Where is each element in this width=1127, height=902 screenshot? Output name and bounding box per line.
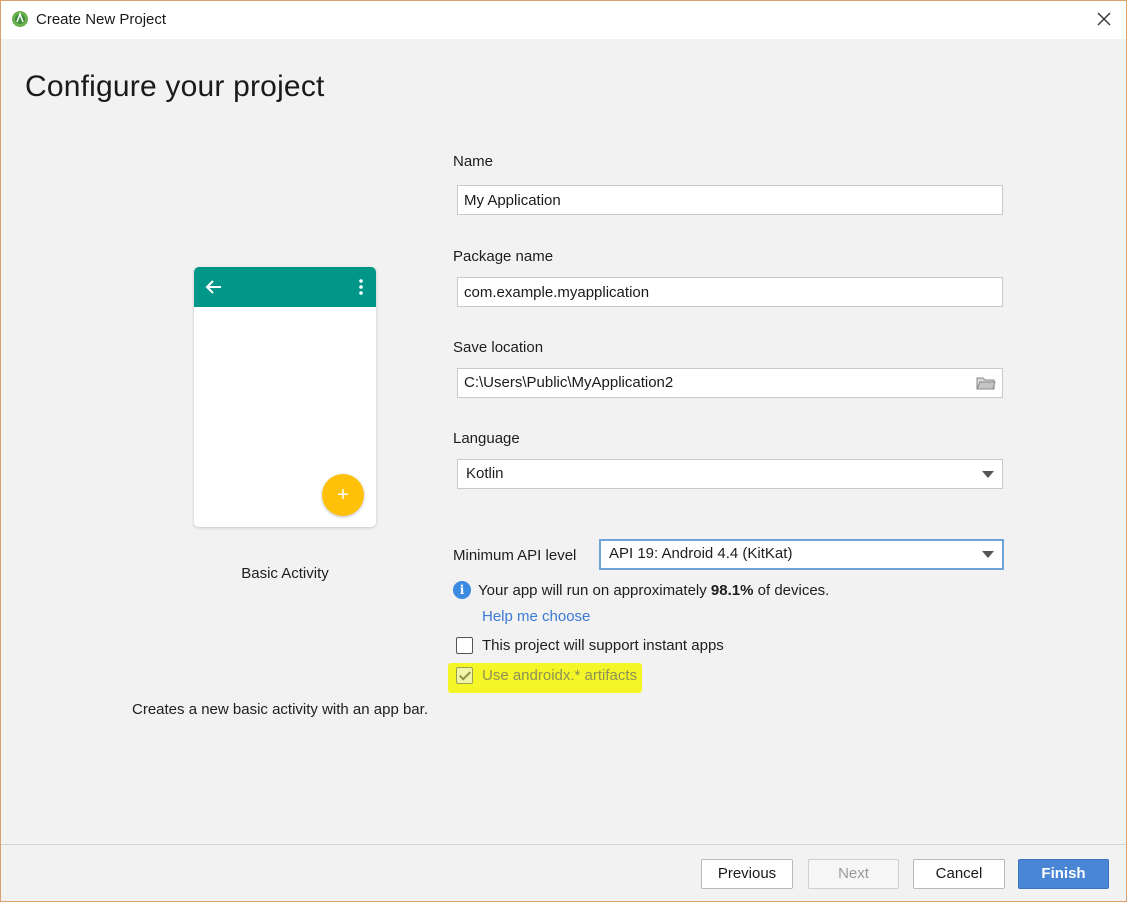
language-value: Kotlin xyxy=(466,465,504,482)
arrow-back-icon xyxy=(205,280,221,294)
template-description: Creates a new basic activity with an app… xyxy=(132,701,428,718)
instant-apps-label: This project will support instant apps xyxy=(482,637,724,654)
name-field[interactable] xyxy=(457,185,1003,215)
info-prefix: Your app will run on approximately xyxy=(478,581,707,599)
save-location-value: C:\Users\Public\MyApplication2 xyxy=(464,374,674,391)
androidx-option: Use androidx.* artifacts xyxy=(456,667,637,684)
template-label: Basic Activity xyxy=(241,565,329,582)
chevron-down-icon xyxy=(982,471,994,478)
androidx-label: Use androidx.* artifacts xyxy=(482,667,638,684)
min-api-value: API 19: Android 4.4 (KitKat) xyxy=(609,545,793,562)
fab-plus-icon: + xyxy=(322,474,364,516)
title-bar: Create New Project xyxy=(1,1,1126,39)
chevron-down-icon xyxy=(982,551,994,558)
api-coverage-info: i Your app will run on approximately 98.… xyxy=(453,581,829,599)
instant-apps-checkbox[interactable] xyxy=(456,637,473,654)
template-preview: + xyxy=(194,267,376,527)
next-button: Next xyxy=(808,859,899,889)
preview-app-bar xyxy=(194,267,376,307)
previous-button[interactable]: Previous xyxy=(701,859,793,889)
instant-apps-option[interactable]: This project will support instant apps xyxy=(456,637,724,654)
min-api-dropdown[interactable]: API 19: Android 4.4 (KitKat) xyxy=(599,539,1004,570)
name-label: Name xyxy=(453,153,494,170)
window-title: Create New Project xyxy=(36,11,167,28)
package-name-field[interactable] xyxy=(457,277,1003,307)
cancel-button[interactable]: Cancel xyxy=(913,859,1005,889)
info-percent: 98.1% xyxy=(710,581,754,599)
finish-button[interactable]: Finish xyxy=(1018,859,1109,889)
info-icon: i xyxy=(453,581,471,599)
androidx-checkbox xyxy=(456,667,473,684)
footer-divider xyxy=(1,844,1126,845)
close-icon[interactable] xyxy=(1092,7,1116,31)
more-vert-icon xyxy=(359,279,363,295)
dialog-window: Create New Project Configure your projec… xyxy=(0,0,1127,902)
android-studio-icon xyxy=(12,11,28,27)
save-location-field[interactable]: C:\Users\Public\MyApplication2 xyxy=(457,368,1003,398)
language-dropdown[interactable]: Kotlin xyxy=(457,459,1003,489)
page-title: Configure your project xyxy=(25,70,325,103)
help-me-choose-link[interactable]: Help me choose xyxy=(482,608,590,625)
language-label: Language xyxy=(453,430,520,447)
save-location-label: Save location xyxy=(453,339,544,356)
folder-icon[interactable] xyxy=(976,375,996,391)
package-name-label: Package name xyxy=(453,248,554,265)
info-suffix: of devices. xyxy=(757,581,830,599)
min-api-label: Minimum API level xyxy=(453,547,577,564)
